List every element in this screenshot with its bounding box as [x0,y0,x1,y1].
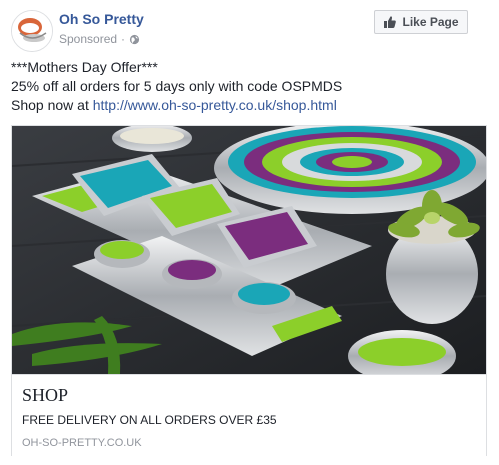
meta-separator: · [121,32,126,46]
post-message: ***Mothers Day Offer*** 25% off all orde… [11,58,491,115]
link-attachment-card[interactable]: SHOP FREE DELIVERY ON ALL ORDERS OVER £3… [11,125,487,456]
shop-now-prefix: Shop now at [11,97,93,113]
offer-headline: ***Mothers Day Offer*** [11,59,158,75]
product-image[interactable] [12,126,486,374]
like-page-label: Like Page [402,15,459,29]
product-photo [12,126,486,374]
card-description: FREE DELIVERY ON ALL ORDERS OVER £35 [22,413,277,427]
sponsored-label[interactable]: Sponsored [59,32,117,46]
card-title[interactable]: SHOP [22,385,68,406]
page-name-link[interactable]: Oh So Pretty [59,11,144,27]
post-meta: Sponsored · [59,32,140,46]
card-footer[interactable]: SHOP FREE DELIVERY ON ALL ORDERS OVER £3… [12,374,486,456]
page-avatar[interactable] [11,10,53,52]
offer-details: 25% off all orders for 5 days only with … [11,78,343,94]
shop-now-line: Shop now at http://www.oh-so-pretty.co.u… [11,96,491,115]
shop-url-link[interactable]: http://www.oh-so-pretty.co.uk/shop.html [93,97,337,113]
sponsored-post: Oh So Pretty Sponsored · Like Page ***Mo… [0,0,499,465]
card-domain: OH-SO-PRETTY.CO.UK [22,437,142,449]
avatar-logo-image [12,11,52,51]
like-page-button[interactable]: Like Page [374,10,468,34]
globe-icon[interactable] [129,34,140,45]
thumbs-up-icon [384,16,397,28]
